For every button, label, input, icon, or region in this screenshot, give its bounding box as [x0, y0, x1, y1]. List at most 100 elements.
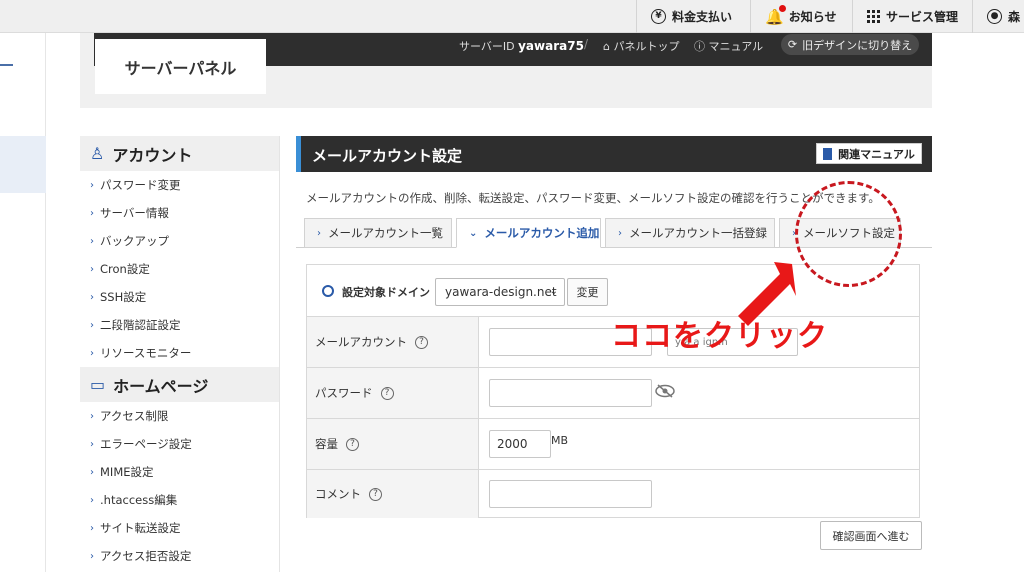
sidebar-item-label: アクセス拒否設定: [100, 549, 192, 563]
chevron-right-icon: ›: [618, 227, 622, 239]
change-button[interactable]: 変更: [567, 278, 608, 306]
sidebar-item[interactable]: › バックアップ: [80, 227, 279, 255]
confirm-button[interactable]: 確認画面へ進む: [820, 521, 922, 550]
sidebar-item-label: .htaccess編集: [100, 493, 178, 507]
payment-link[interactable]: ¥ 料金支払い: [636, 0, 750, 33]
payment-label: 料金支払い: [672, 10, 733, 24]
chevron-right-icon: ›: [90, 550, 94, 562]
chevron-right-icon: ›: [90, 522, 94, 534]
sidebar-item[interactable]: › 二段階認証設定: [80, 311, 279, 339]
comment-input[interactable]: [489, 480, 652, 508]
help-icon[interactable]: ?: [346, 437, 359, 451]
sidebar-item[interactable]: › SSH設定: [80, 283, 279, 311]
panel-logo[interactable]: サーバーパネル: [95, 39, 266, 94]
main-header: メールアカウント設定 関連マニュアル: [296, 136, 932, 172]
sidebar-item-label: Cron設定: [100, 262, 150, 276]
tab-account-add[interactable]: ⌄ メールアカウント追加: [456, 218, 601, 248]
account-label: メールアカウント ?: [307, 317, 479, 367]
sidebar-item[interactable]: › リソースモニター: [80, 339, 279, 367]
panel-top-link[interactable]: ⌂ パネルトップ: [603, 38, 679, 54]
sidebar-item-label: リソースモニター: [100, 346, 192, 360]
notice-link[interactable]: 🔔 お知らせ: [750, 0, 852, 33]
account-label-text: メールアカウント: [315, 335, 407, 349]
sidebar-item-label: エラーページ設定: [100, 437, 192, 451]
server-id-value: yawara75: [518, 39, 584, 53]
section-title: アカウント: [112, 145, 193, 165]
chevron-right-icon: ›: [90, 291, 94, 303]
click-here-annotation: ココをクリック: [611, 319, 828, 354]
sidebar-item[interactable]: › .htaccess編集: [80, 486, 279, 514]
tab-label: メールアカウント一覧: [328, 226, 443, 240]
sidebar: ♙ アカウント › パスワード変更 › サーバー情報 › バックアップ › Cron設定…: [80, 136, 280, 572]
tab-label: メールアカウント追加: [484, 226, 600, 240]
left-strip: [0, 33, 46, 572]
help-icon[interactable]: ?: [369, 487, 382, 501]
top-bar: ¥ 料金支払い 🔔 お知らせ サービス管理 ● 森: [0, 0, 1024, 33]
old-design-button[interactable]: ⟳ 旧デザインに切り替え: [781, 34, 919, 55]
help-icon[interactable]: ?: [415, 335, 428, 349]
help-icon[interactable]: ?: [380, 386, 394, 400]
section-title: ホームページ: [113, 376, 209, 396]
sidebar-item[interactable]: › アクセス制限: [80, 402, 279, 430]
related-manual-button[interactable]: 関連マニュアル: [816, 143, 922, 164]
book-icon: [823, 147, 833, 160]
person-icon: ♙: [90, 144, 105, 163]
sidebar-item[interactable]: › エラーページ設定: [80, 430, 279, 458]
comment-label: コメント ?: [307, 470, 479, 518]
user-menu[interactable]: ● 森: [972, 0, 1024, 33]
tab-label: メールアカウント一括登録: [629, 226, 767, 240]
capacity-label-text: 容量: [315, 437, 338, 451]
sidebar-item-label: サーバー情報: [100, 206, 169, 220]
password-input[interactable]: [489, 379, 652, 407]
refresh-icon: ⟳: [787, 38, 798, 51]
sidebar-item[interactable]: › サーバー情報: [80, 199, 279, 227]
bell-icon: 🔔: [765, 4, 786, 26]
menu-dash[interactable]: [0, 64, 13, 66]
service-link[interactable]: サービス管理: [852, 0, 972, 33]
highlight-circle: [795, 181, 902, 287]
sidebar-item[interactable]: › アクセス拒否設定: [80, 542, 279, 570]
chevron-right-icon: ›: [90, 347, 94, 359]
sidebar-item-label: 二段階認証設定: [100, 318, 181, 332]
eye-slash-icon[interactable]: [655, 384, 675, 398]
chevron-right-icon: ›: [90, 235, 94, 247]
comment-label-text: コメント: [315, 487, 361, 501]
sidebar-item-label: パスワード変更: [100, 178, 181, 192]
page-title: メールアカウント設定: [312, 147, 463, 165]
domain-select[interactable]: yawara-design.net ⌄: [435, 278, 565, 306]
related-manual-label: 関連マニュアル: [838, 147, 915, 161]
chevron-right-icon: ›: [90, 466, 94, 478]
domain-label: 設定対象ドメイン: [342, 286, 430, 299]
grid-icon: [867, 10, 880, 23]
chevron-right-icon: ›: [90, 494, 94, 506]
password-label-text: パスワード: [315, 386, 373, 400]
sidebar-item[interactable]: › Cron設定: [80, 255, 279, 283]
manual-link[interactable]: ⓘ マニュアル: [694, 38, 763, 54]
sidebar-item[interactable]: › MIME設定: [80, 458, 279, 486]
sidebar-item-label: MIME設定: [100, 465, 154, 479]
sidebar-item[interactable]: › サイト転送設定: [80, 514, 279, 542]
yen-icon: ¥: [651, 9, 666, 24]
tab-account-list[interactable]: › メールアカウント一覧: [304, 218, 452, 248]
sidebar-item-label: SSH設定: [100, 290, 147, 304]
home-icon: ⌂: [603, 40, 610, 53]
header-separator: /: [584, 37, 589, 51]
panel-top-label: パネルトップ: [613, 40, 680, 53]
server-id: サーバーID yawara75: [459, 38, 584, 54]
chevron-right-icon: ›: [90, 410, 94, 422]
chevron-down-icon: ⌄: [549, 286, 558, 297]
tab-bulk-register[interactable]: › メールアカウント一括登録: [605, 218, 775, 248]
chevron-right-icon: ›: [90, 438, 94, 450]
left-highlight: [0, 136, 46, 193]
capacity-input[interactable]: 2000: [489, 430, 551, 458]
comment-row: コメント ?: [307, 470, 919, 518]
radio-icon: [322, 285, 334, 297]
capacity-row: 容量 ? 2000 MB: [307, 419, 919, 470]
sidebar-item-label: バックアップ: [100, 234, 169, 248]
chevron-right-icon: ›: [317, 227, 321, 239]
chevron-right-icon: ›: [90, 263, 94, 275]
domain-value: yawara-design.net: [445, 285, 557, 299]
help-icon: ⓘ: [694, 40, 705, 53]
manual-label: マニュアル: [708, 40, 764, 53]
sidebar-item[interactable]: › パスワード変更: [80, 171, 279, 199]
